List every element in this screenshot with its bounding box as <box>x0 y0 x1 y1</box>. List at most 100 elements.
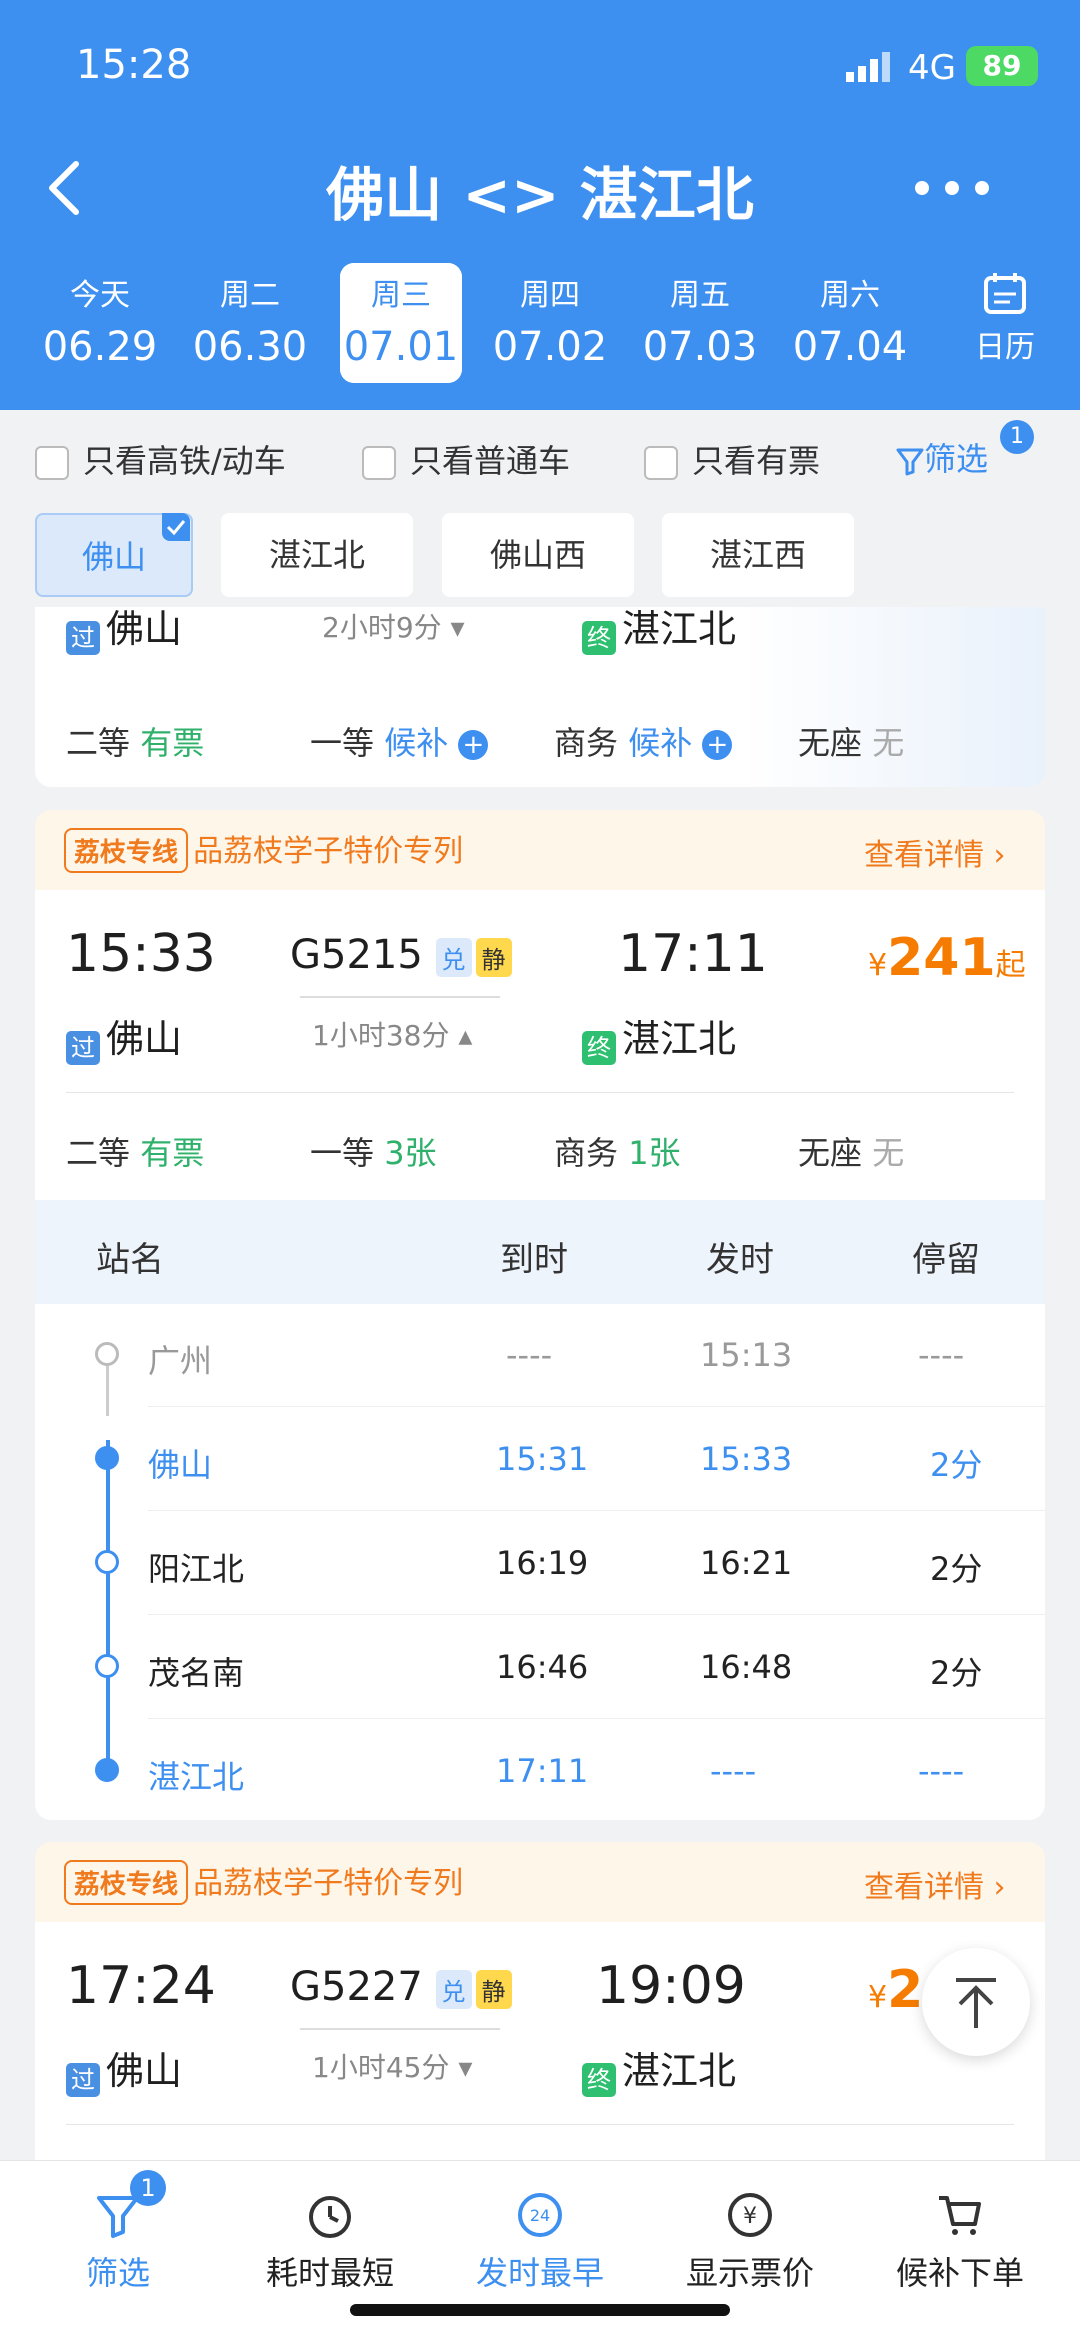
tab-waitlist[interactable]: 候补下单 <box>852 2190 1068 2294</box>
terminal-badge: 终 <box>582 2062 616 2097</box>
exchange-tag: 兑 <box>435 1969 472 2009</box>
date-item[interactable]: 今天 06.29 <box>38 270 162 370</box>
tab-earliest[interactable]: 24 发时最早 <box>432 2190 648 2294</box>
chevron-right-icon: › <box>993 838 1006 873</box>
tab-filter[interactable]: 筛选 <box>10 2190 226 2294</box>
divider <box>300 996 500 998</box>
price-value: 241 <box>887 928 996 988</box>
date-value: 06.30 <box>192 324 308 370</box>
filter-label: 只看有票 <box>692 442 821 480</box>
tab-label: 候补下单 <box>895 2254 1024 2292</box>
filter-label: 只看普通车 <box>410 442 571 480</box>
tab-label: 显示票价 <box>685 2254 814 2292</box>
filter-high-speed[interactable]: 只看高铁/动车 <box>35 436 286 482</box>
duration: 2小时9分 ▾ <box>322 606 465 646</box>
filter-label: 只看高铁/动车 <box>83 442 286 480</box>
to-station-name: 湛江北 <box>622 2049 737 2093</box>
tab-shortest[interactable]: 耗时最短 <box>222 2190 438 2294</box>
yen-icon: ¥ <box>728 2193 772 2237</box>
seat-name: 无座 <box>798 724 863 762</box>
chevron-right-icon: › <box>993 1870 1006 1905</box>
seat-business[interactable]: 商务 候补 + <box>554 718 733 764</box>
quiet-tag: 静 <box>475 937 512 977</box>
clock-24-icon: 24 <box>518 2193 562 2237</box>
train-number-box: G5215 兑静 <box>290 932 512 978</box>
divider <box>148 1614 1045 1615</box>
promo-tag: 荔枝专线 <box>64 828 189 873</box>
more-icon[interactable] <box>912 178 992 198</box>
station-tab[interactable]: 佛山西 <box>442 513 634 597</box>
promo-tag: 荔枝专线 <box>64 1860 189 1905</box>
checkbox[interactable] <box>35 446 69 480</box>
filter-normal[interactable]: 只看普通车 <box>362 436 570 482</box>
depart-time: 17:24 <box>66 1956 216 2016</box>
seat-status: 候补 <box>384 724 449 762</box>
price-symbol: ¥ <box>868 1980 888 2015</box>
duration-text: 1小时45分 <box>312 2051 450 2084</box>
from-station-name: 佛山 <box>106 1017 183 1061</box>
date-weekday: 今天 <box>70 278 130 313</box>
stop-stay: 2分 <box>930 1446 983 1484</box>
status-time: 15:28 <box>76 42 192 88</box>
seat-status: 有票 <box>140 724 205 762</box>
filter-count-badge: 1 <box>1000 420 1034 454</box>
price-suffix: 起 <box>995 948 1026 983</box>
from-station: 过佛山 <box>66 2040 182 2097</box>
stop-stay: 2分 <box>930 1654 983 1692</box>
train-number: G5227 <box>290 1964 423 2010</box>
promo-detail-link[interactable]: 查看详情 › <box>864 830 1006 874</box>
duration-text: 2小时9分 <box>322 611 442 644</box>
calendar-label: 日历 <box>975 330 1035 365</box>
date-value: 07.02 <box>492 324 608 370</box>
stop-arrive: 16:46 <box>496 1648 589 1686</box>
tab-label: 耗时最短 <box>265 2254 394 2292</box>
filter-button[interactable]: 筛选 <box>896 434 988 480</box>
stop-station: 广州 <box>148 1342 213 1380</box>
date-item[interactable]: 周五 07.03 <box>638 270 762 370</box>
from-station: 过佛山 <box>66 1008 182 1065</box>
depart-time: 15:33 <box>66 924 216 984</box>
to-station: 终湛江北 <box>582 1008 736 1065</box>
station-tab[interactable]: 湛江西 <box>662 513 854 597</box>
header-stay: 停留 <box>912 1240 980 1280</box>
seat-standing: 无座 无 <box>798 1128 904 1174</box>
promo-text: 品荔枝学子特价专列 <box>193 1866 464 1901</box>
station-tab[interactable]: 湛江北 <box>221 513 413 597</box>
seat-name: 无座 <box>798 1134 863 1172</box>
scroll-top-button[interactable] <box>922 1948 1030 2056</box>
tab-badge: 1 <box>130 2170 166 2206</box>
network-label: 4G <box>908 48 956 88</box>
filter-available[interactable]: 只看有票 <box>644 436 820 482</box>
check-icon <box>162 513 190 541</box>
date-item[interactable]: 周二 06.30 <box>188 270 312 370</box>
checkbox[interactable] <box>644 446 678 480</box>
divider <box>148 1718 1045 1719</box>
divider <box>66 2124 1014 2125</box>
date-item-selected[interactable]: 周三 07.01 <box>340 263 462 383</box>
terminal-badge: 终 <box>582 620 616 655</box>
stop-depart: ---- <box>710 1752 757 1790</box>
calendar-button[interactable]: 日历 <box>940 270 1070 366</box>
timeline-line <box>106 1440 110 1770</box>
date-item[interactable]: 周四 07.02 <box>488 270 612 370</box>
promo-content: 荔枝专线 品荔枝学子特价专列 <box>64 826 463 873</box>
promo-detail-link[interactable]: 查看详情 › <box>864 1862 1006 1906</box>
tab-show-price[interactable]: ¥ 显示票价 <box>642 2190 858 2294</box>
duration[interactable]: 1小时38分 ▴ <box>312 1014 472 1054</box>
seat-status: 无 <box>872 724 905 762</box>
stop-stay: 2分 <box>930 1550 983 1588</box>
seat-status: 有票 <box>140 1134 205 1172</box>
seat-first: 一等 3张 <box>310 1128 437 1174</box>
date-item[interactable]: 周六 07.04 <box>788 270 912 370</box>
checkbox[interactable] <box>362 446 396 480</box>
pass-badge: 过 <box>66 1030 100 1065</box>
pass-badge: 过 <box>66 620 100 655</box>
stop-dot <box>95 1654 119 1678</box>
header-depart: 发时 <box>706 1240 774 1280</box>
duration[interactable]: 1小时45分 ▾ <box>312 2046 472 2086</box>
terminal-badge: 终 <box>582 1030 616 1065</box>
arrive-time: 17:11 <box>618 924 768 984</box>
date-value: 07.01 <box>343 324 459 370</box>
plus-circle-icon: + <box>702 730 733 760</box>
seat-first[interactable]: 一等 候补 + <box>310 718 489 764</box>
